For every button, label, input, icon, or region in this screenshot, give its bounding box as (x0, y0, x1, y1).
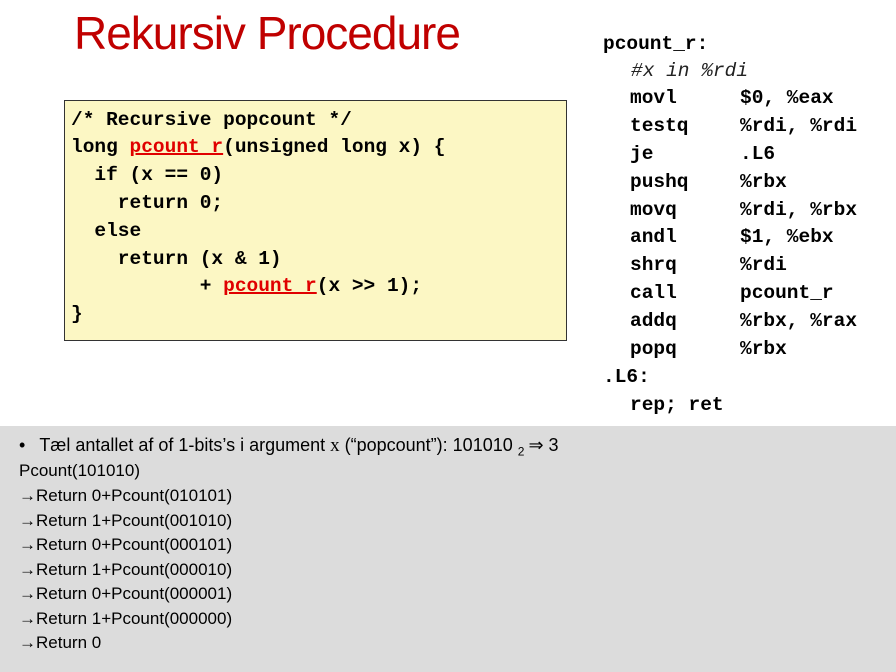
asm-op: testq (630, 115, 689, 137)
step-text: Return 1+Pcount(001010) (36, 511, 233, 530)
asm-op: popq (630, 338, 677, 360)
asm-args: %rbx (740, 171, 787, 193)
arrow-icon: → (19, 486, 36, 505)
step-text: Return 0 (36, 633, 102, 652)
arrow-icon: → (19, 511, 36, 530)
step-line: →Return 1+Pcount(000000) (19, 609, 232, 629)
asm-comment: #x in %rdi (631, 60, 749, 82)
asm-op: addq (630, 310, 677, 332)
arrow-icon: → (19, 535, 36, 554)
asm-rep-ret: rep; ret (630, 394, 724, 416)
asm-op: shrq (630, 254, 677, 276)
code-recursive-call-line: + pcount_r(x >> 1); (71, 275, 422, 297)
asm-args: %rbx (740, 338, 787, 360)
asm-op: je (630, 143, 654, 165)
asm-args: %rdi, %rdi (740, 115, 858, 137)
asm-op: movq (630, 199, 677, 221)
step-text: Return 1+Pcount(000000) (36, 609, 233, 628)
arrow-icon: → (19, 633, 36, 652)
code-text: (unsigned long x) { (223, 136, 446, 158)
asm-args: $1, %ebx (740, 226, 834, 248)
step-line: →Return 0+Pcount(000001) (19, 584, 232, 604)
asm-args: %rdi, %rbx (740, 199, 858, 221)
code-return-line: return (x & 1) (71, 248, 282, 270)
code-text: long (71, 136, 130, 158)
arrow-icon: → (19, 584, 36, 603)
step-text: Return 0+Pcount(010101) (36, 486, 233, 505)
code-comment-line: /* Recursive popcount */ (71, 109, 352, 131)
function-name: pcount_r (129, 136, 224, 158)
code-function-signature: long pcount_r(unsigned long x) { (71, 136, 445, 158)
code-closing-brace: } (71, 303, 83, 325)
asm-args: %rbx, %rax (740, 310, 858, 332)
asm-args: .L6 (740, 143, 776, 165)
bullet-result: 3 (548, 435, 559, 455)
explanation-bullet: • Tæl antallet af of 1-bits’s i argument … (19, 435, 559, 462)
asm-op: call (630, 282, 677, 304)
step-line: →Return 1+Pcount(000010) (19, 560, 232, 580)
implies-icon: ⇒ (528, 435, 544, 455)
step-line: →Return 1+Pcount(001010) (19, 511, 232, 531)
asm-args: %rdi (740, 254, 787, 276)
asm-args: $0, %eax (740, 87, 834, 109)
bullet-icon: • (19, 435, 26, 455)
step-line: →Return 0+Pcount(010101) (19, 486, 232, 506)
slide-title: Rekursiv Procedure (74, 7, 461, 59)
code-if-line: if (x == 0) (71, 164, 224, 186)
step-text: Return 0+Pcount(000001) (36, 584, 233, 603)
code-text: (x >> 1); (316, 275, 423, 297)
explanation-panel: • Tæl antallet af of 1-bits’s i argument … (0, 426, 896, 672)
bullet-text: (“popcount”): 101010 (339, 435, 518, 455)
asm-label-l6: .L6: (603, 366, 650, 388)
function-name: pcount_r (223, 275, 317, 297)
step-line: →Return 0+Pcount(000101) (19, 535, 232, 555)
call-line: Pcount(101010) (19, 461, 140, 480)
asm-args: pcount_r (740, 282, 834, 304)
asm-op: movl (630, 87, 677, 109)
code-text: + (71, 275, 224, 297)
bullet-subscript: 2 (517, 444, 525, 459)
step-text: Return 0+Pcount(000101) (36, 535, 233, 554)
c-code-box: /* Recursive popcount */ long pcount_r(u… (64, 100, 567, 341)
code-return-zero-line: return 0; (71, 192, 224, 214)
asm-label: pcount_r: (603, 33, 709, 55)
asm-op: andl (630, 226, 677, 248)
bullet-variable: x (330, 435, 340, 456)
bullet-text: Tæl antallet af of 1-bits’s i argument (39, 435, 331, 455)
code-else-line: else (71, 220, 142, 242)
step-line: →Return 0 (19, 633, 101, 653)
arrow-icon: → (19, 609, 36, 628)
asm-op: pushq (630, 171, 689, 193)
step-text: Return 1+Pcount(000010) (36, 560, 233, 579)
arrow-icon: → (19, 560, 36, 579)
